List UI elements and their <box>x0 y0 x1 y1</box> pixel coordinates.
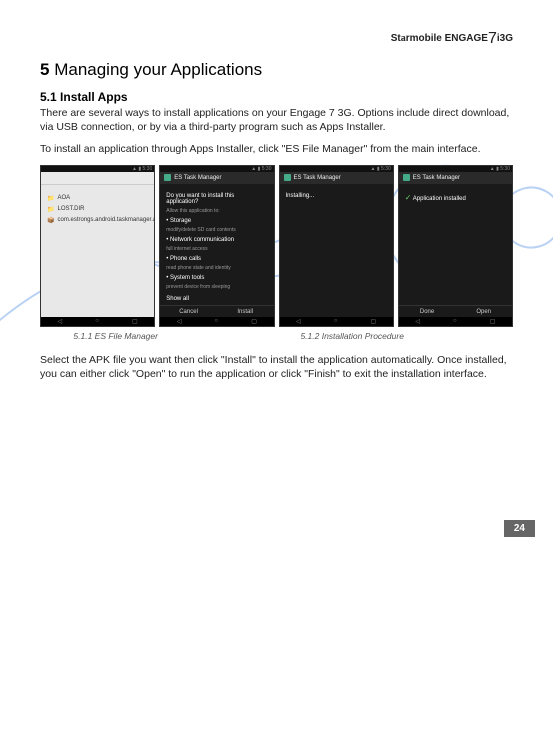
page-number: 24 <box>504 520 535 537</box>
brand-header: Starmobile ENGAGE7i3G <box>40 30 513 48</box>
screenshot-row: ▲ ▮ 5:30 📁AOA 📁LOST.DIR 📦com.estrongs.an… <box>40 165 513 327</box>
screenshot-installing: ▲ ▮ 5:30 ES Task Manager Installing... ◁… <box>279 165 394 327</box>
section-title: 5 Managing your Applications <box>40 60 513 80</box>
closing-paragraph: Select the APK file you want then click … <box>40 353 513 381</box>
subsection-title: 5.1 Install Apps <box>40 90 513 104</box>
figure-captions: 5.1.1 ES File Manager 5.1.2 Installation… <box>40 331 513 341</box>
intro-paragraph-1: There are several ways to install applic… <box>40 106 513 134</box>
screenshot-file-manager: ▲ ▮ 5:30 📁AOA 📁LOST.DIR 📦com.estrongs.an… <box>40 165 155 327</box>
screenshot-installed: ▲ ▮ 5:30 ES Task Manager ✓ Application i… <box>398 165 513 327</box>
screenshot-install-prompt: ▲ ▮ 5:30 ES Task Manager Do you want to … <box>159 165 274 327</box>
intro-paragraph-2: To install an application through Apps I… <box>40 142 513 156</box>
